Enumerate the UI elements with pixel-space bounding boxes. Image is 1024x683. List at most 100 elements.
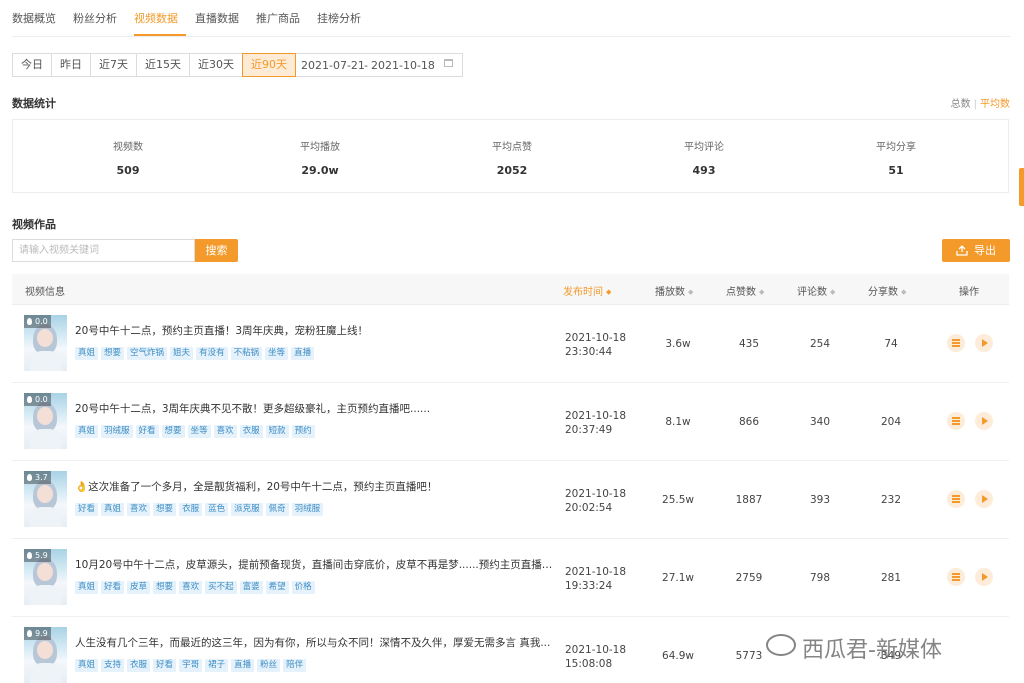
share-count: 204 [880,416,902,428]
details-icon[interactable] [947,334,965,352]
top-tab-bar: 数据概览 粉丝分析 视频数据 直播数据 推广商品 挂榜分析 [12,0,1010,37]
toggle-separator: | [973,99,977,110]
active-tab-indicator [134,34,186,36]
fire-icon [27,318,32,325]
like-count: 866 [738,416,760,428]
score-badge: 0.0 [24,315,51,328]
tag: 真姐 [75,347,99,360]
tag: 好看 [75,503,99,516]
tag: 粉丝 [257,659,281,672]
tag: 坐等 [187,425,211,438]
fire-icon [27,396,32,403]
publish-time: 2021-10-18 19:33:24 [565,565,626,593]
sort-icon: ◆ [688,288,694,296]
range-90d-button[interactable]: 近90天 [242,53,296,77]
comment-count: 393 [809,494,831,506]
fire-icon [27,474,32,481]
th-publish-time-label: 发布时间 [563,287,603,298]
table-row[interactable]: 5.9 10月20号中午十二点，皮草源头，提前预备现货，直播间击穿底价，皮草不再… [12,539,1009,617]
video-thumbnail[interactable]: 5.9 [24,549,67,605]
toggle-total[interactable]: 总数 [951,99,971,110]
video-title[interactable]: 10月20号中午十二点，皮草源头，提前预备现货，直播间击穿底价，皮草不再是梦..… [75,557,553,572]
tag: 羽绒服 [291,503,324,516]
toggle-average[interactable]: 平均数 [980,99,1010,110]
play-icon[interactable] [975,334,993,352]
details-icon[interactable] [947,568,965,586]
side-float-tab[interactable] [1019,168,1024,206]
tag: 宇哥 [179,659,203,672]
share-count: 74 [884,338,898,350]
comment-count: 254 [809,338,831,350]
table-row[interactable]: 3.7 👌这次准备了一个多月，全是靓货福利，20号中午十二点，预约主页直播吧！ … [12,461,1009,539]
th-publish-time[interactable]: 发布时间 ◆ [563,283,611,298]
like-count: 1887 [735,494,763,506]
play-count: 27.1w [662,572,694,584]
tag: 皮草 [127,581,151,594]
video-thumbnail[interactable]: 0.0 [24,393,67,449]
range-yesterday-button[interactable]: 昨日 [51,53,91,77]
play-icon[interactable] [975,568,993,586]
weibo-watermark: 西瓜君-新媒体 [766,632,942,664]
video-thumbnail[interactable]: 9.9 [24,627,67,683]
video-tags: 真姐 想要 空气炸锅 姐夫 有没有 不粘锅 坐等 直播 [75,345,317,360]
th-operations: 操作 [959,287,979,298]
range-today-button[interactable]: 今日 [12,53,52,77]
tag: 直播 [231,659,255,672]
tag: 富婆 [239,581,263,594]
tag: 真姐 [75,659,99,672]
details-icon[interactable] [947,490,965,508]
video-thumbnail[interactable]: 3.7 [24,471,67,527]
range-7d-button[interactable]: 近7天 [90,53,137,77]
play-icon[interactable] [975,412,993,430]
stat-value: 2052 [496,164,528,177]
publish-clock: 15:08:08 [565,658,613,670]
date-range-picker[interactable]: 2021-07-21 - 2021-10-18 [288,53,463,77]
table-row[interactable]: 0.0 20号中午十二点，3周年庆典不见不散！更多超级豪礼，主页预约直播吧...… [12,383,1009,461]
play-count: 25.5w [662,494,694,506]
th-video-info: 视频信息 [25,287,65,298]
th-comments-label: 评论数 [797,287,827,298]
th-shares[interactable]: 分享数 ◆ [868,283,906,298]
tab-overview[interactable]: 数据概览 [12,10,56,26]
tab-promoted-products[interactable]: 推广商品 [256,10,300,26]
video-thumbnail[interactable]: 0.0 [24,315,67,371]
play-count: 64.9w [662,650,694,662]
play-icon[interactable] [975,490,993,508]
stat-value: 493 [692,164,716,177]
tab-fans-analysis[interactable]: 粉丝分析 [73,10,117,26]
th-likes[interactable]: 点赞数 ◆ [726,283,764,298]
video-search-input[interactable] [12,239,195,262]
th-comments[interactable]: 评论数 ◆ [797,283,835,298]
search-button[interactable]: 搜索 [195,239,238,262]
th-shares-label: 分享数 [868,287,898,298]
tag: 喜欢 [213,425,237,438]
sort-icon: ◆ [606,288,612,296]
stat-value: 51 [888,164,904,177]
details-icon[interactable] [947,412,965,430]
tab-video-data[interactable]: 视频数据 [134,10,178,26]
comment-count: 798 [809,572,831,584]
stat-label: 平均评论 [684,142,724,153]
video-title[interactable]: 人生没有几个三年，而最近的这三年，因为有你，所以与众不同！深情不及久伴，厚爱无需… [75,635,553,650]
publish-date: 2021-10-18 [565,566,627,578]
tab-ranking-analysis[interactable]: 挂榜分析 [317,10,361,26]
publish-date: 2021-10-18 [565,410,627,422]
tag: 蓝色 [205,503,229,516]
publish-date: 2021-10-18 [565,644,627,656]
comment-count: 340 [809,416,831,428]
range-30d-button[interactable]: 近30天 [189,53,243,77]
video-title[interactable]: 20号中午十二点，3周年庆典不见不散！更多超级豪礼，主页预约直播吧...... [75,401,553,416]
tag: 空气炸锅 [127,347,168,360]
upload-icon [956,245,968,256]
like-count: 435 [738,338,760,350]
video-title[interactable]: 👌这次准备了一个多月，全是靓货福利，20号中午十二点，预约主页直播吧！ [75,479,553,494]
video-title[interactable]: 20号中午十二点，预约主页直播！3周年庆典，宠粉狂魔上线！ [75,323,553,338]
tag: 真姐 [75,425,99,438]
range-15d-button[interactable]: 近15天 [136,53,190,77]
tab-live-data[interactable]: 直播数据 [195,10,239,26]
tag: 佩奇 [265,503,289,516]
th-plays[interactable]: 播放数 ◆ [655,283,693,298]
share-count: 281 [880,572,902,584]
table-row[interactable]: 0.0 20号中午十二点，预约主页直播！3周年庆典，宠粉狂魔上线！ 真姐 想要 空气… [12,305,1009,383]
export-button[interactable]: 导出 [942,239,1010,262]
